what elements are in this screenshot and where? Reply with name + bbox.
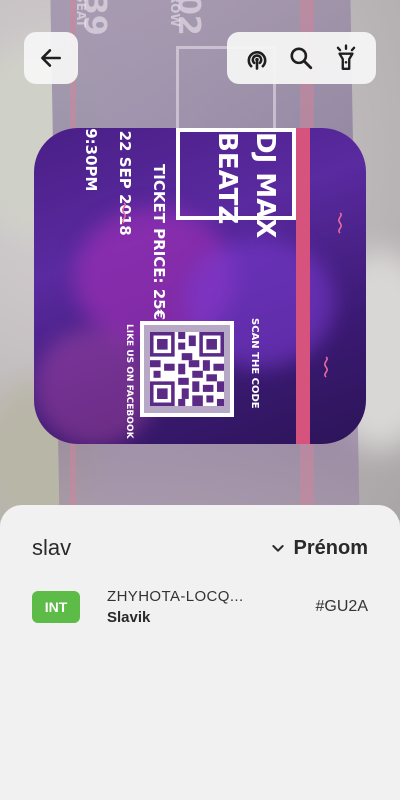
filter-label: Prénom	[293, 536, 368, 559]
result-code: #GU2A	[315, 598, 368, 615]
ticket-qr-frame	[140, 321, 234, 417]
flashlight-icon	[336, 44, 356, 70]
status-badge: INT	[32, 591, 80, 623]
ticket-facebook-text: LIKE US ON FACEBOOK	[124, 324, 134, 439]
chevron-down-icon	[271, 545, 284, 552]
nfc-button[interactable]	[237, 38, 277, 78]
ticket-stripe	[296, 128, 310, 444]
result-title: ZHYHOTA-LOCQ...	[107, 588, 244, 605]
arrow-left-icon	[41, 49, 61, 67]
scan-viewfinder: DJ MAX BEATZ TICKET PRICE: 25€ DATE: 22 …	[34, 128, 366, 444]
squiggle-decoration	[324, 356, 328, 378]
squiggle-decoration	[338, 212, 342, 234]
ticket-scan-text: SCAN THE CODE	[249, 318, 260, 409]
qr-code-icon	[150, 332, 224, 406]
nfc-icon	[247, 51, 267, 70]
ticket-glow	[34, 328, 154, 444]
ticket-seat-label: SEAT	[74, 0, 88, 28]
flashlight-button[interactable]	[326, 38, 366, 78]
search-button[interactable]	[281, 38, 321, 78]
ticket-price: TICKET PRICE: 25€	[150, 164, 168, 321]
ticket-brand-line2: BEATZ	[212, 132, 242, 225]
search-sheet: Prénom INT ZHYHOTA-LOCQ... Slavik #GU2A	[0, 505, 400, 800]
scanner-toolbar	[227, 32, 376, 84]
list-item[interactable]: INT ZHYHOTA-LOCQ... Slavik #GU2A	[32, 585, 368, 629]
ticket-brand: DJ MAX	[250, 132, 280, 239]
back-button[interactable]	[24, 32, 78, 84]
result-subtitle: Slavik	[107, 609, 151, 626]
search-row: Prénom	[32, 533, 368, 563]
squiggle-decoration	[122, 202, 126, 224]
search-input[interactable]	[32, 535, 232, 561]
result-text: ZHYHOTA-LOCQ... Slavik	[107, 588, 244, 626]
filter-dropdown[interactable]: Prénom	[270, 537, 368, 560]
ticket-time: TIME: 9:30PM	[82, 128, 100, 192]
ticket-row-label: ROW	[168, 0, 182, 27]
search-icon	[290, 47, 313, 70]
